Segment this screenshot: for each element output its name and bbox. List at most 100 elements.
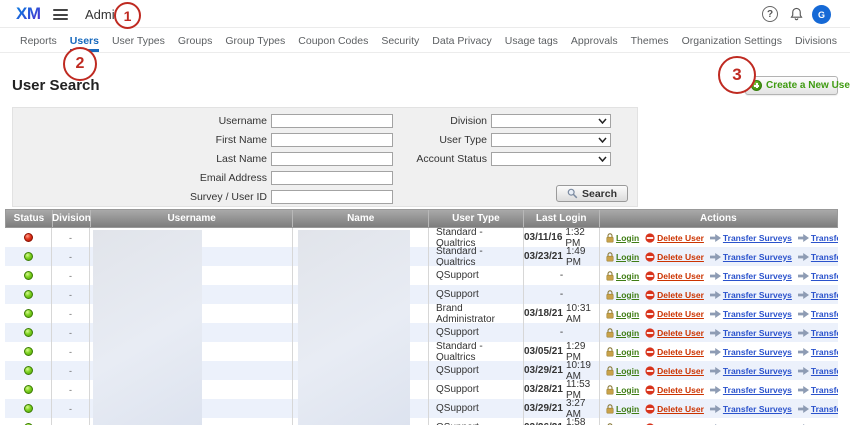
actions-cell: Login Delete User Transfer Surveys Transfer… [600,285,838,304]
user-type-select[interactable] [491,133,611,147]
actions-cell: Login Delete User Transfer Surveys Transfer… [600,399,838,418]
status-cell [5,399,52,418]
nav-tab-reports[interactable]: Reports [20,29,57,52]
delete-user-link[interactable]: Delete User [645,404,704,414]
transfer-actions-link[interactable]: Transfer actions [798,290,838,300]
delete-user-link[interactable]: Delete User [645,309,704,319]
nav-tab-organization-settings[interactable]: Organization Settings [682,29,782,52]
nav-tab-user-types[interactable]: User Types [112,29,165,52]
account-status-select[interactable] [491,152,611,166]
delete-user-link[interactable]: Delete User [645,252,704,262]
survey-user-id-input[interactable] [271,190,393,204]
no-entry-icon [645,233,655,243]
delete-user-link[interactable]: Delete User [645,328,704,338]
delete-user-link[interactable]: Delete User [645,366,704,376]
first-name-input[interactable] [271,133,393,147]
search-button[interactable]: Search [556,185,628,202]
arrow-right-icon [798,310,809,318]
transfer-surveys-link[interactable]: Transfer Surveys [710,271,792,281]
status-disabled-icon [24,233,33,242]
division-select[interactable] [491,114,611,128]
nav-tab-groups[interactable]: Groups [178,29,212,52]
transfer-surveys-link[interactable]: Transfer Surveys [710,404,792,414]
division-cell: - [52,247,90,266]
delete-user-link[interactable]: Delete User [645,233,704,243]
user-avatar[interactable]: G [812,5,831,24]
user-type-cell: QSupport [429,266,524,285]
login-link[interactable]: Login [606,271,639,281]
transfer-actions-link[interactable]: Transfer actions [798,309,838,319]
division-cell: - [52,399,90,418]
status-cell [5,228,52,247]
column-header-username: Username [91,210,293,227]
arrow-right-icon [798,329,809,337]
transfer-actions-link[interactable]: Transfer actions [798,366,838,376]
login-link[interactable]: Login [606,309,639,319]
nav-tab-themes[interactable]: Themes [631,29,669,52]
status-cell [5,418,52,425]
arrow-right-icon [798,253,809,261]
transfer-actions-link[interactable]: Transfer actions [798,233,838,243]
login-link[interactable]: Login [606,233,639,243]
division-cell: - [52,342,90,361]
transfer-surveys-link[interactable]: Transfer Surveys [710,233,792,243]
status-enabled-icon [24,309,33,318]
delete-user-link[interactable]: Delete User [645,347,704,357]
xm-logo[interactable]: XM [16,4,41,24]
last-login-cell: 03/29/2110:19 AM [524,361,600,380]
nav-tab-approvals[interactable]: Approvals [571,29,618,52]
user-type-cell: QSupport [429,380,524,399]
arrow-right-icon [798,272,809,280]
nav-tab-data-privacy[interactable]: Data Privacy [432,29,492,52]
transfer-surveys-link[interactable]: Transfer Surveys [710,385,792,395]
login-link[interactable]: Login [606,366,639,376]
nav-tab-security[interactable]: Security [381,29,419,52]
transfer-surveys-link[interactable]: Transfer Surveys [710,328,792,338]
last-login-cell: 03/11/161:32 PM [524,228,600,247]
help-icon[interactable]: ? [762,6,778,22]
no-entry-icon [645,252,655,262]
login-link[interactable]: Login [606,404,639,414]
no-entry-icon [645,404,655,414]
transfer-actions-link[interactable]: Transfer actions [798,347,838,357]
user-type-cell: Standard - Qualtrics [429,342,524,361]
login-link[interactable]: Login [606,290,639,300]
delete-user-link[interactable]: Delete User [645,271,704,281]
login-link[interactable]: Login [606,328,639,338]
username-redaction-overlay [93,230,202,425]
status-cell [5,304,52,323]
last-name-input[interactable] [271,152,393,166]
transfer-surveys-link[interactable]: Transfer Surveys [710,290,792,300]
arrow-right-icon [710,348,721,356]
transfer-actions-link[interactable]: Transfer actions [798,385,838,395]
actions-cell: Login Delete User Transfer Surveys Transfer… [600,304,838,323]
transfer-actions-link[interactable]: Transfer actions [798,404,838,414]
transfer-surveys-link[interactable]: Transfer Surveys [710,252,792,262]
email-address-input[interactable] [271,171,393,185]
nav-tab-usage-tags[interactable]: Usage tags [505,29,558,52]
notifications-bell-icon[interactable] [789,6,804,27]
transfer-actions-link[interactable]: Transfer actions [798,252,838,262]
login-link[interactable]: Login [606,252,639,262]
username-input[interactable] [271,114,393,128]
arrow-right-icon [710,386,721,394]
delete-user-link[interactable]: Delete User [645,290,704,300]
nav-tab-coupon-codes[interactable]: Coupon Codes [298,29,368,52]
actions-cell: Login Delete User Transfer Surveys Transfer… [600,361,838,380]
login-link[interactable]: Login [606,385,639,395]
account-status-label: Account Status [397,153,487,165]
delete-user-link[interactable]: Delete User [645,385,704,395]
arrow-right-icon [798,386,809,394]
create-new-user-label: Create a New User [766,80,850,91]
chevron-down-icon [598,137,607,143]
create-new-user-button[interactable]: Create a New User [745,76,838,95]
nav-tab-group-types[interactable]: Group Types [225,29,285,52]
nav-tab-divisions[interactable]: Divisions [795,29,837,52]
transfer-surveys-link[interactable]: Transfer Surveys [710,347,792,357]
hamburger-menu-icon[interactable] [53,9,68,20]
transfer-actions-link[interactable]: Transfer actions [798,271,838,281]
transfer-surveys-link[interactable]: Transfer Surveys [710,366,792,376]
transfer-surveys-link[interactable]: Transfer Surveys [710,309,792,319]
login-link[interactable]: Login [606,347,639,357]
transfer-actions-link[interactable]: Transfer actions [798,328,838,338]
